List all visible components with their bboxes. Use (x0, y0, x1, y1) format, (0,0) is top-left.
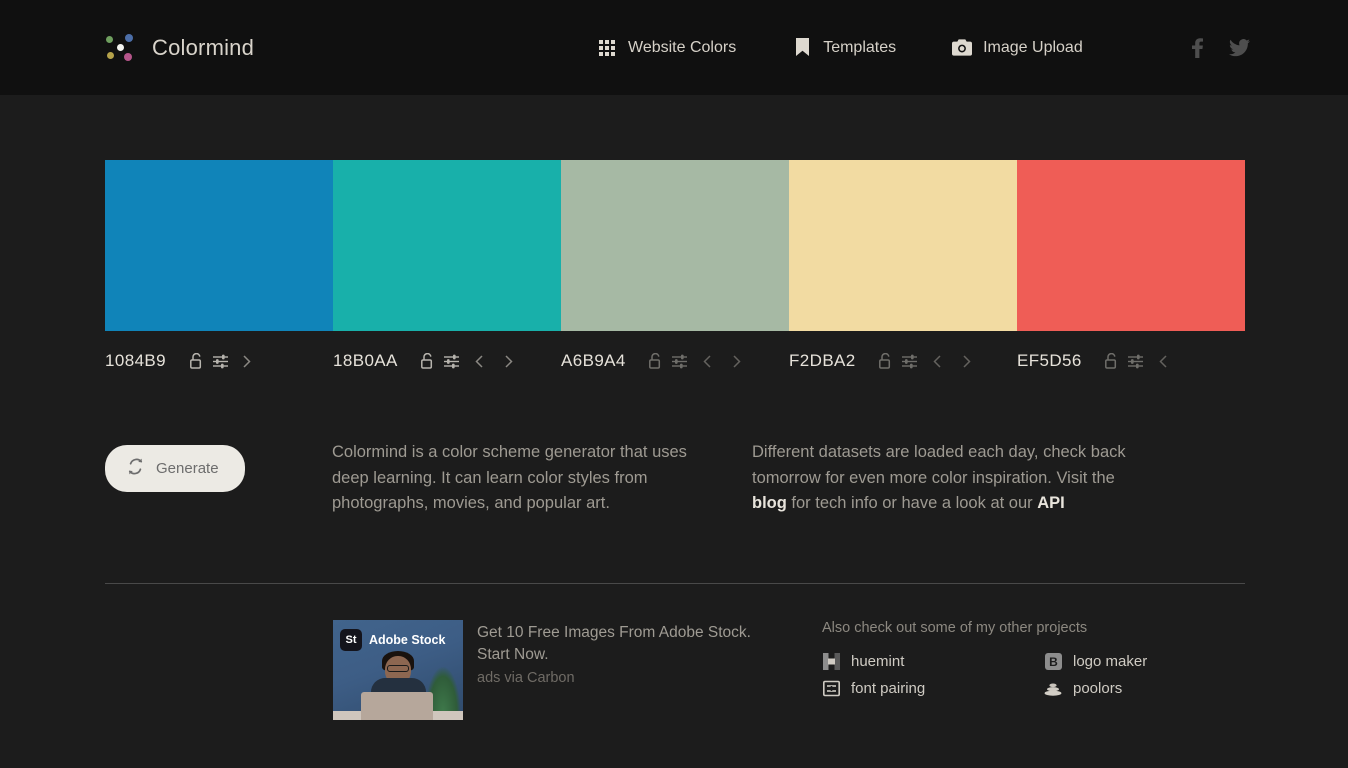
ad-laptop (361, 692, 433, 720)
nav-label: Image Upload (983, 38, 1083, 56)
logo-maker-icon: B (1044, 652, 1062, 670)
facebook-icon[interactable] (1192, 37, 1203, 58)
hex-code-label[interactable]: EF5D56 (1017, 351, 1082, 371)
sliders-icon[interactable] (440, 349, 464, 373)
chevron-right-icon[interactable] (494, 349, 524, 373)
brand-name: Colormind (152, 34, 255, 60)
swatch-control-group: 1084B9 (105, 346, 333, 376)
other-projects-list: huemint B logo maker font pairing poolor… (822, 652, 1147, 697)
huemint-icon (822, 652, 840, 670)
project-label: poolors (1073, 679, 1123, 697)
other-projects: Also check out some of my other projects… (822, 620, 1147, 720)
generate-button[interactable]: Generate (105, 445, 245, 492)
site-footer: St Adobe Stock Get 10 Free Images From A… (105, 620, 1245, 720)
other-projects-title: Also check out some of my other projects (822, 620, 1088, 636)
swatch-control-group: F2DBA2 (789, 346, 1017, 376)
project-label: huemint (851, 652, 905, 670)
main-nav: Website Colors Templates Image Upload (597, 38, 1083, 58)
color-swatch[interactable] (561, 160, 789, 331)
ad-headline[interactable]: Get 10 Free Images From Adobe Stock. Sta… (477, 622, 767, 666)
color-swatch[interactable] (789, 160, 1017, 331)
hex-code-label[interactable]: 1084B9 (105, 351, 166, 371)
generate-column: Generate (105, 440, 332, 492)
unlock-icon[interactable] (874, 349, 898, 373)
nav-item-image-upload[interactable]: Image Upload (952, 38, 1083, 58)
intro-section: Generate Colormind is a color scheme gen… (105, 440, 1245, 517)
sliders-icon[interactable] (668, 349, 692, 373)
hex-code-label[interactable]: F2DBA2 (789, 351, 856, 371)
unlock-icon[interactable] (644, 349, 668, 373)
intro-text-left: Colormind is a color scheme generator th… (332, 443, 687, 512)
chevron-left-icon[interactable] (464, 349, 494, 373)
brand[interactable]: Colormind (104, 31, 254, 65)
api-link[interactable]: API (1037, 494, 1065, 512)
chevron-left-icon[interactable] (692, 349, 722, 373)
nav-label: Templates (823, 38, 897, 56)
adobe-stock-badge: St (340, 629, 362, 651)
social-links (1192, 37, 1250, 58)
carbon-ad: St Adobe Stock Get 10 Free Images From A… (333, 620, 767, 720)
footer-divider (105, 583, 1245, 584)
font-pairing-icon (822, 679, 840, 697)
project-link-huemint[interactable]: huemint (822, 652, 1044, 670)
nav-label: Website Colors (628, 38, 737, 56)
ad-text: Get 10 Free Images From Adobe Stock. Sta… (477, 620, 767, 720)
twitter-icon[interactable] (1229, 38, 1250, 57)
adobe-stock-wordmark: Adobe Stock (369, 633, 446, 647)
nav-item-website-colors[interactable]: Website Colors (597, 38, 736, 58)
color-swatch[interactable] (1017, 160, 1245, 331)
ad-thumbnail[interactable]: St Adobe Stock (333, 620, 463, 720)
intro-text-right: Different datasets are loaded each day, … (752, 440, 1152, 517)
color-palette (105, 160, 1245, 331)
project-label: logo maker (1073, 652, 1148, 670)
color-swatch[interactable] (105, 160, 333, 331)
ad-attribution[interactable]: ads via Carbon (477, 670, 767, 686)
chevron-right-icon[interactable] (722, 349, 752, 373)
hex-code-label[interactable]: 18B0AA (333, 351, 398, 371)
adobe-stock-logo: St Adobe Stock (340, 629, 445, 651)
swatch-control-group: 18B0AA (333, 346, 561, 376)
color-swatch[interactable] (333, 160, 561, 331)
hex-code-label[interactable]: A6B9A4 (561, 351, 626, 371)
project-link-font-pairing[interactable]: font pairing (822, 679, 1044, 697)
unlock-icon[interactable] (184, 349, 208, 373)
project-link-logo-maker[interactable]: B logo maker (1044, 652, 1147, 670)
chevron-right-icon[interactable] (952, 349, 982, 373)
sliders-icon[interactable] (1124, 349, 1148, 373)
bookmark-icon (792, 38, 812, 58)
intro-right-part2: for tech info or have a look at our (786, 494, 1038, 512)
ad-person-glasses (387, 665, 409, 672)
swatch-control-group: A6B9A4 (561, 346, 789, 376)
chevron-left-icon[interactable] (922, 349, 952, 373)
unlock-icon[interactable] (416, 349, 440, 373)
swatch-control-group: EF5D56 (1017, 346, 1245, 376)
sliders-icon[interactable] (208, 349, 232, 373)
sliders-icon[interactable] (898, 349, 922, 373)
chevron-left-icon[interactable] (1148, 349, 1178, 373)
project-label: font pairing (851, 679, 926, 697)
project-link-poolors[interactable]: poolors (1044, 679, 1147, 697)
unlock-icon[interactable] (1100, 349, 1124, 373)
svg-text:B: B (1049, 655, 1058, 669)
site-header: Colormind Website Colors Templates Image… (0, 0, 1348, 95)
chevron-right-icon[interactable] (232, 349, 262, 373)
poolors-icon (1044, 679, 1062, 697)
generate-button-label: Generate (156, 460, 219, 477)
intro-right-part1: Different datasets are loaded each day, … (752, 443, 1126, 487)
blog-link[interactable]: blog (752, 494, 787, 512)
grid-icon (597, 38, 617, 58)
colormind-dots-logo-icon (104, 31, 138, 65)
refresh-icon (127, 458, 144, 479)
camera-icon (952, 38, 973, 58)
nav-item-templates[interactable]: Templates (792, 38, 896, 58)
swatch-controls-row: 1084B9 18B0AA A6B9A4 F2DBA2 EF5D56 (105, 346, 1245, 376)
